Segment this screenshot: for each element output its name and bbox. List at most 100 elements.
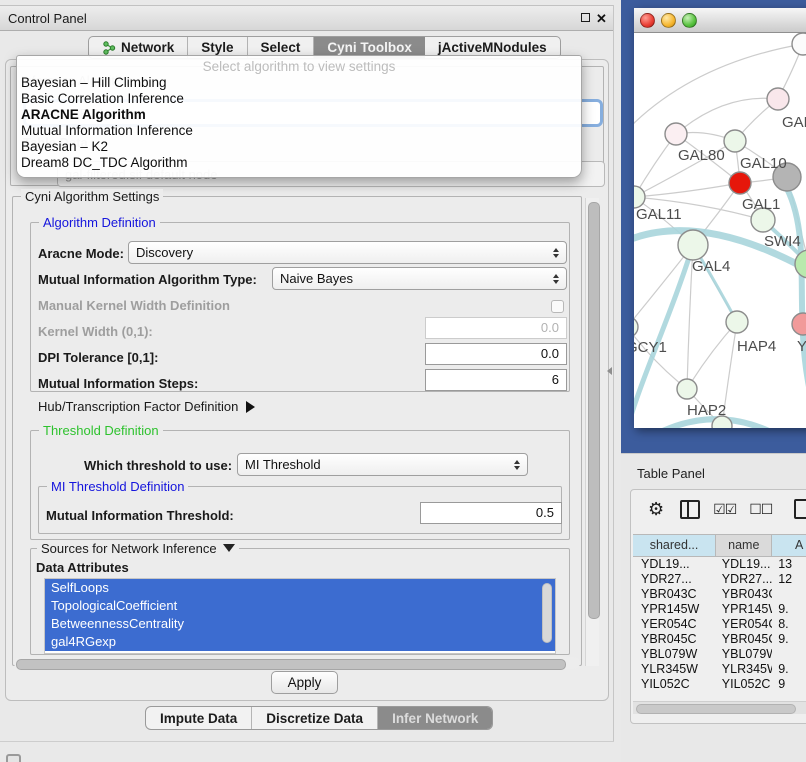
table-cell: YBR043C bbox=[716, 587, 772, 602]
table-cell: YBR045C bbox=[716, 632, 772, 647]
splitter-collapse-icon[interactable] bbox=[607, 367, 612, 375]
node-label: GAL10 bbox=[740, 155, 787, 172]
close-traffic-light-icon[interactable] bbox=[640, 13, 655, 28]
table-row[interactable]: YBR045CYBR045C9. bbox=[633, 632, 806, 647]
network-node[interactable] bbox=[678, 230, 708, 260]
scrollbar-thumb[interactable] bbox=[588, 202, 600, 619]
mi-threshold-field[interactable]: 0.5 bbox=[420, 502, 562, 524]
kernel-width-field[interactable]: 0.0 bbox=[425, 317, 567, 339]
sources-toggle[interactable]: Sources for Network Inference bbox=[37, 541, 239, 556]
network-node[interactable] bbox=[726, 311, 748, 333]
mi-steps-field[interactable]: 6 bbox=[425, 369, 567, 391]
cyni-settings-title: Cyni Algorithm Settings bbox=[21, 189, 163, 204]
tab-infer-network[interactable]: Infer Network bbox=[378, 707, 492, 729]
table-row[interactable]: YPR145WYPR145W9. bbox=[633, 602, 806, 617]
column-header[interactable]: A bbox=[772, 535, 806, 556]
network-node[interactable] bbox=[724, 130, 746, 152]
node-table[interactable]: shared...nameA YDL19...YDL19...13YDR27..… bbox=[633, 534, 806, 692]
table-header-row: shared...nameA bbox=[633, 534, 806, 557]
node-label: GAL80 bbox=[678, 147, 725, 164]
settings-vertical-scrollbar[interactable] bbox=[585, 198, 599, 666]
network-node[interactable] bbox=[665, 123, 687, 145]
zoom-traffic-light-icon[interactable] bbox=[682, 13, 697, 28]
column-header[interactable]: shared... bbox=[633, 535, 716, 556]
control-panel-titlebar: Control Panel bbox=[0, 5, 614, 31]
which-threshold-combobox[interactable]: MI Threshold bbox=[237, 453, 528, 476]
network-node[interactable] bbox=[767, 88, 789, 110]
table-cell: YPR145W bbox=[716, 602, 772, 617]
split-columns-icon[interactable] bbox=[680, 500, 700, 519]
data-attribute-item[interactable]: SelfLoops bbox=[45, 579, 555, 597]
network-node[interactable] bbox=[792, 33, 806, 55]
network-edge[interactable] bbox=[634, 183, 740, 197]
mi-type-combobox[interactable]: Naive Bayes bbox=[272, 267, 567, 290]
data-attribute-item[interactable]: BetweennessCentrality bbox=[45, 615, 555, 633]
network-edge[interactable] bbox=[676, 98, 778, 134]
tab-label: Network bbox=[121, 40, 174, 55]
network-edge-thick[interactable] bbox=[784, 183, 806, 428]
panel-divider[interactable] bbox=[613, 5, 614, 742]
algorithm-option[interactable]: Mutual Information Inference bbox=[17, 123, 581, 139]
network-window: GALGAL80GAL10GAL1GAL11SWI4GAL4GCY1HAP4YH… bbox=[634, 8, 806, 428]
algorithm-option[interactable]: Bayesian – K2 bbox=[17, 139, 581, 155]
manual-kernel-checkbox[interactable] bbox=[551, 300, 564, 313]
node-label: HAP4 bbox=[737, 338, 776, 355]
scrollbar-thumb[interactable] bbox=[16, 659, 566, 670]
algorithm-option[interactable]: Bayesian – Hill Climbing bbox=[17, 75, 581, 91]
table-row[interactable]: YIL052CYIL052C9 bbox=[633, 677, 806, 692]
data-attribute-item[interactable]: gal4RGexp bbox=[45, 633, 555, 651]
dpi-tolerance-field[interactable]: 0.0 bbox=[425, 343, 567, 365]
table-cell: YDL19... bbox=[633, 557, 716, 572]
table-row[interactable]: YBL079WYBL079W bbox=[633, 647, 806, 662]
scrollbar-thumb[interactable] bbox=[636, 704, 796, 714]
node-label: GCY1 bbox=[634, 339, 667, 356]
document-icon[interactable] bbox=[794, 499, 806, 519]
data-attributes-list[interactable]: SelfLoopsTopologicalCoefficientBetweenne… bbox=[44, 578, 556, 654]
list-scrollbar-thumb[interactable] bbox=[542, 583, 552, 643]
hub-definition-toggle[interactable]: Hub/Transcription Factor Definition bbox=[38, 399, 255, 414]
table-cell: YBR045C bbox=[633, 632, 716, 647]
table-cell: 12 bbox=[772, 572, 806, 587]
checked-checkboxes-icon[interactable]: ☑☑ bbox=[713, 501, 736, 518]
network-edge[interactable] bbox=[634, 44, 803, 128]
data-attribute-item[interactable]: TopologicalCoefficient bbox=[45, 597, 555, 615]
table-horizontal-scrollbar[interactable] bbox=[633, 701, 806, 714]
network-canvas[interactable]: GALGAL80GAL10GAL1GAL11SWI4GAL4GCY1HAP4YH… bbox=[634, 33, 806, 428]
which-threshold-value: MI Threshold bbox=[245, 457, 321, 472]
column-header[interactable]: name bbox=[716, 535, 772, 556]
table-cell: YBL079W bbox=[633, 647, 716, 662]
apply-button[interactable]: Apply bbox=[271, 671, 338, 694]
window-bottom-edge bbox=[0, 741, 614, 742]
aracne-mode-combobox[interactable]: Discovery bbox=[128, 241, 567, 264]
table-row[interactable]: YDR27...YDR27...12 bbox=[633, 572, 806, 587]
float-window-icon[interactable] bbox=[581, 13, 590, 22]
network-edge[interactable] bbox=[687, 322, 737, 389]
table-cell: 9 bbox=[772, 677, 806, 692]
algorithm-option[interactable]: Basic Correlation Inference bbox=[17, 91, 581, 107]
tab-discretize-data[interactable]: Discretize Data bbox=[252, 707, 378, 729]
close-icon[interactable]: ✕ bbox=[596, 11, 607, 27]
network-node[interactable] bbox=[792, 313, 806, 335]
network-edge-thick[interactable] bbox=[634, 245, 693, 428]
network-node[interactable] bbox=[634, 186, 645, 208]
network-node[interactable] bbox=[729, 172, 751, 194]
table-row[interactable]: YDL19...YDL19...13 bbox=[633, 557, 806, 572]
algorithm-option[interactable]: ARACNE Algorithm bbox=[17, 107, 581, 123]
algorithm-option[interactable]: Dream8 DC_TDC Algorithm bbox=[17, 155, 581, 171]
dpi-tolerance-label: DPI Tolerance [0,1]: bbox=[38, 350, 158, 365]
network-node[interactable] bbox=[634, 317, 638, 337]
table-cell: YDR27... bbox=[633, 572, 716, 587]
tab-label: Style bbox=[201, 40, 233, 55]
minimized-panel-icon[interactable] bbox=[6, 754, 21, 762]
minimize-traffic-light-icon[interactable] bbox=[661, 13, 676, 28]
table-row[interactable]: YBR043CYBR043C bbox=[633, 587, 806, 602]
gear-icon[interactable]: ⚙ bbox=[648, 499, 664, 520]
table-row[interactable]: YLR345WYLR345W9. bbox=[633, 662, 806, 677]
table-row[interactable]: YER054CYER054C8. bbox=[633, 617, 806, 632]
unchecked-checkboxes-icon[interactable]: ☐☐ bbox=[749, 501, 772, 518]
tab-impute-data[interactable]: Impute Data bbox=[146, 707, 252, 729]
table-cell: YBL079W bbox=[716, 647, 772, 662]
settings-horizontal-scrollbar[interactable] bbox=[14, 657, 580, 669]
node-label: Y bbox=[797, 338, 806, 355]
network-node[interactable] bbox=[677, 379, 697, 399]
